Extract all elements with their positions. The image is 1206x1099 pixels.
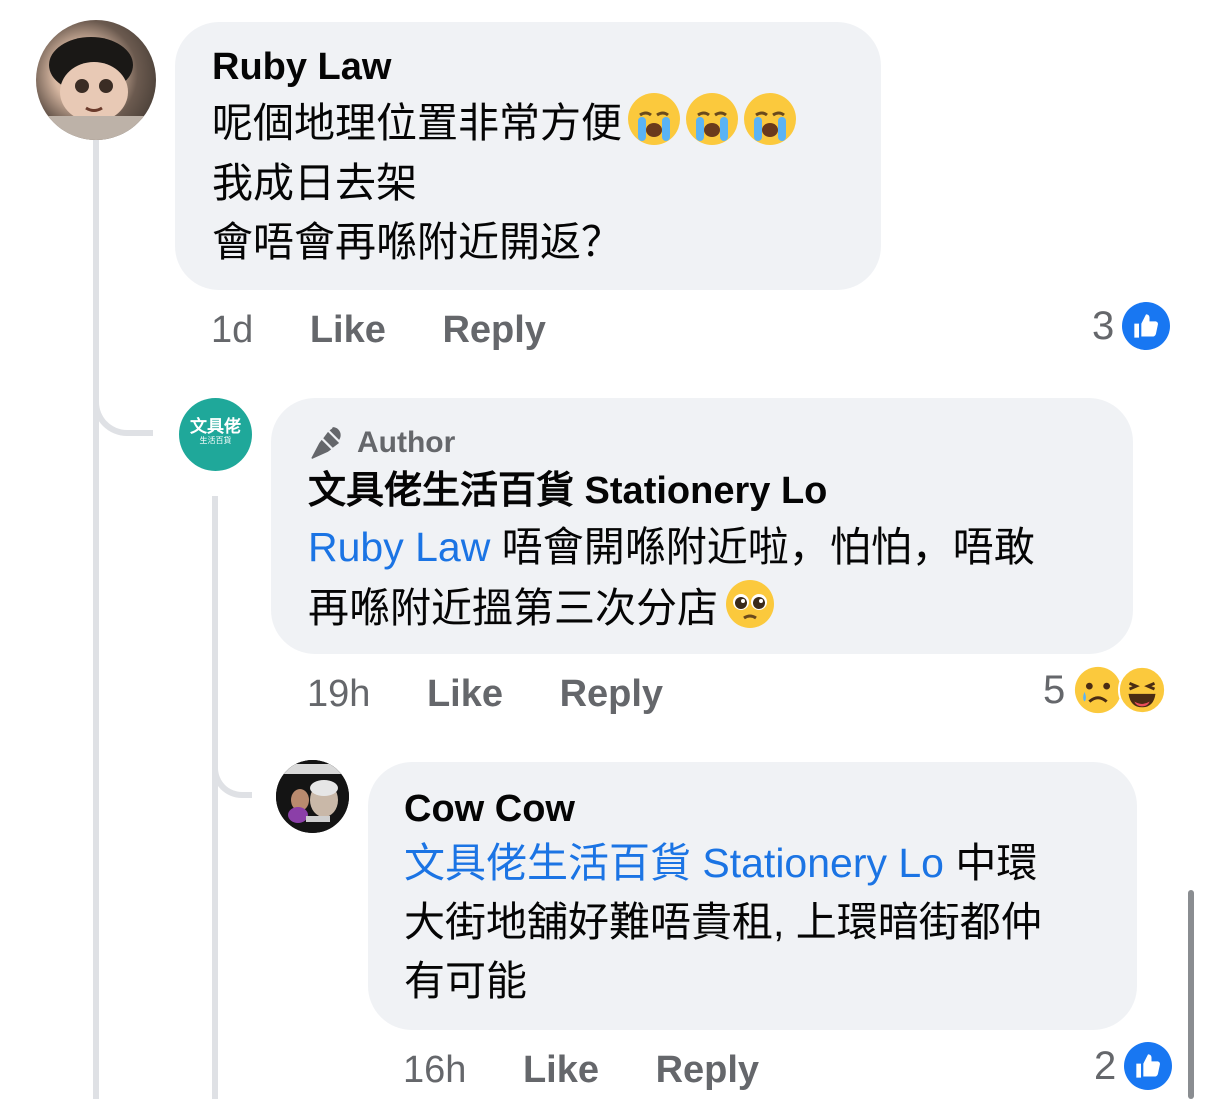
comment-text-line-1: 文具佬生活百貨 Stationery Lo 中環 — [404, 834, 1037, 893]
crying-face-icon — [686, 93, 738, 145]
comment-text-line-3: 會唔會再喺附近開返？ — [212, 219, 622, 265]
reply-button[interactable]: Reply — [560, 673, 663, 715]
comment-timestamp[interactable]: 16h — [403, 1049, 466, 1091]
comment-text: 唔會開喺附近啦，怕怕，唔敢 — [490, 524, 1035, 570]
thread-line-reply — [212, 496, 218, 1099]
comment-meta-cow-cow: 16h Like Reply — [403, 1048, 759, 1092]
avatar-stationery-lo[interactable]: 文具佬 生活百貨 — [179, 398, 252, 471]
haha-icon — [1117, 665, 1167, 715]
sad-icon — [1073, 665, 1123, 715]
comment-text-line-1: Ruby Law 唔會開喺附近啦，怕怕，唔敢 — [308, 518, 1035, 577]
comment-text: 中環 — [944, 840, 1038, 886]
reaction-count: 2 — [1094, 1043, 1117, 1088]
page-logo-subtext: 生活百貨 — [199, 436, 232, 445]
author-badge: Author — [309, 424, 455, 462]
avatar-ruby-law[interactable] — [36, 20, 156, 140]
comment-bubble-stationery-lo[interactable]: Author 文具佬生活百貨 Stationery Lo Ruby Law 唔會… — [271, 398, 1133, 654]
reaction-count: 3 — [1092, 303, 1115, 348]
comment-timestamp[interactable]: 19h — [307, 673, 370, 715]
comment-text: 再喺附近搵第三次分店 — [308, 585, 718, 631]
author-badge-label: Author — [357, 426, 456, 459]
like-icon — [1122, 302, 1171, 350]
pleading-face-icon — [724, 578, 776, 630]
like-button[interactable]: Like — [523, 1049, 599, 1091]
reply-button[interactable]: Reply — [656, 1049, 759, 1091]
comment-text-line-1: 呢個地理位置非常方便 — [212, 93, 796, 153]
comment-timestamp[interactable]: 1d — [211, 309, 253, 351]
comment-meta-stationery-lo: 19h Like Reply — [307, 672, 663, 716]
reply-button[interactable]: Reply — [442, 309, 545, 351]
reaction-summary-ruby-law[interactable]: 3 — [1092, 300, 1171, 352]
comment-text-line-2: 大街地舖好難唔貴租, 上環暗街都仲 — [404, 899, 1042, 945]
comment-author[interactable]: Ruby Law — [212, 44, 391, 90]
comment-bubble-ruby-law[interactable]: Ruby Law 呢個地理位置非常方便 我成日去架 會唔會再喺附近開返？ — [175, 22, 881, 290]
thread-connector-1 — [93, 360, 153, 436]
scrollbar-thumb[interactable] — [1188, 890, 1194, 1099]
comment-text-line-3: 有可能 — [404, 958, 527, 1004]
page-logo-text: 文具佬 — [190, 417, 241, 436]
avatar-cow-cow[interactable] — [276, 760, 349, 833]
thread-connector-2 — [212, 720, 252, 798]
reaction-summary-stationery-lo[interactable]: 5 — [1043, 664, 1167, 716]
microphone-icon — [311, 427, 341, 459]
crying-face-icon — [744, 93, 796, 145]
reaction-count: 5 — [1043, 667, 1066, 712]
avatar-ruby-law-image — [36, 37, 156, 140]
comment-text: 呢個地理位置非常方便 — [212, 100, 622, 146]
thread-line-main — [93, 140, 99, 1099]
crying-face-icon — [628, 93, 680, 145]
comment-text-line-2: 再喺附近搵第三次分店 — [308, 578, 776, 638]
avatar-cow-cow-image — [276, 760, 349, 833]
like-icon — [1124, 1042, 1173, 1090]
like-button[interactable]: Like — [427, 673, 503, 715]
comment-author[interactable]: 文具佬生活百貨 Stationery Lo — [308, 468, 827, 514]
comment-author[interactable]: Cow Cow — [404, 786, 575, 832]
mention-link[interactable]: 文具佬生活百貨 Stationery Lo — [404, 840, 944, 886]
comment-meta-ruby-law: 1d Like Reply — [211, 308, 546, 352]
reaction-summary-cow-cow[interactable]: 2 — [1094, 1040, 1173, 1092]
comment-bubble-cow-cow[interactable]: Cow Cow 文具佬生活百貨 Stationery Lo 中環 大街地舖好難唔… — [368, 762, 1137, 1030]
mention-link[interactable]: Ruby Law — [308, 524, 490, 570]
like-button[interactable]: Like — [310, 309, 386, 351]
comment-text-line-2: 我成日去架 — [212, 160, 417, 206]
